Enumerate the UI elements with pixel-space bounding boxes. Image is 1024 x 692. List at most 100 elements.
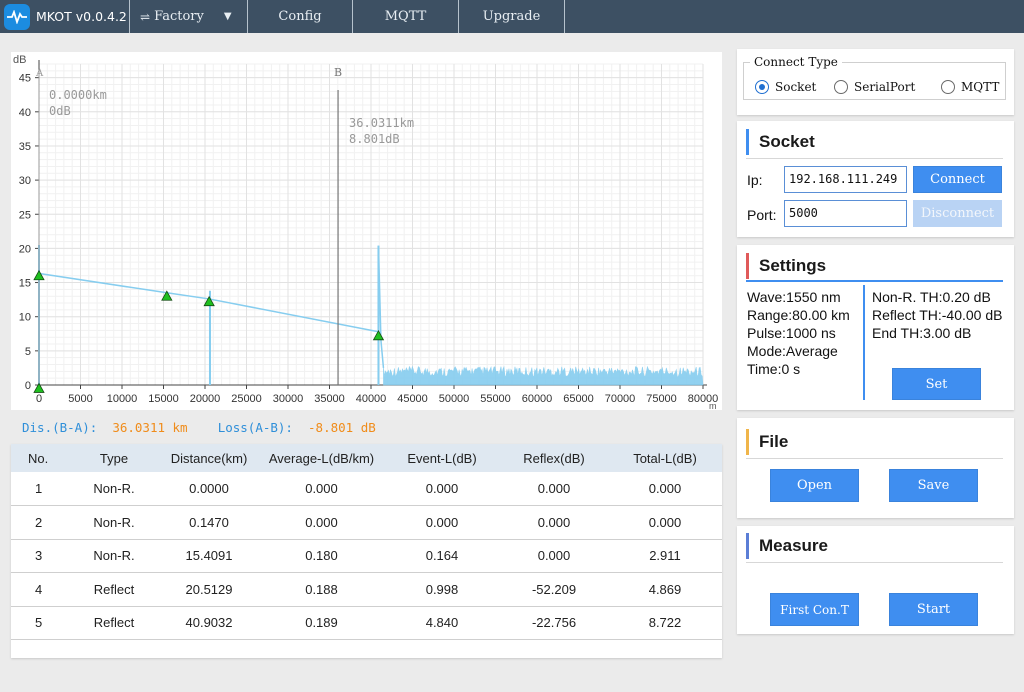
marker-b-label: B [334, 66, 342, 79]
connect-type-legend: Connect Type [750, 55, 842, 69]
cell-total-loss: 0.000 [608, 505, 722, 540]
table-row[interactable]: 1 Non-R. 0.0000 0.000 0.000 0.000 0.000 [11, 472, 722, 506]
cell-distance: 15.4091 [159, 539, 259, 573]
y-tick-label: 35 [19, 141, 31, 153]
x-tick-label: 30000 [273, 393, 304, 405]
settings-panel: Settings Wave:1550 nm Range:80.00 km Pul… [737, 245, 1014, 410]
setting-pulse: Pulse:1000 ns [747, 325, 836, 341]
divider [746, 458, 1003, 459]
x-tick-label: 55000 [480, 393, 511, 405]
event-marker-icon [33, 269, 45, 281]
table-row[interactable]: 5 Reflect 40.9032 0.189 4.840 -22.756 8.… [11, 606, 722, 640]
radio-label: MQTT [961, 80, 1000, 94]
loss-value: -8.801 dB [308, 420, 376, 435]
cell-event-loss: 0.000 [384, 472, 500, 506]
divider [746, 562, 1003, 563]
events-table-panel: No. Type Distance(km) Average-L(dB/km) E… [11, 444, 722, 658]
app-title-cell: MKOT v0.0.4.2 [0, 0, 130, 33]
radio-serialport[interactable]: SerialPort [834, 80, 915, 94]
start-button[interactable]: Start [889, 593, 978, 626]
y-tick-label: 25 [19, 209, 31, 221]
x-tick-label: 65000 [563, 393, 594, 405]
x-tick-label: 45000 [397, 393, 428, 405]
setting-nonr-threshold: Non-R. TH:0.20 dB [872, 289, 991, 305]
cell-average-loss: 0.189 [259, 606, 384, 640]
radio-unchecked-icon [941, 80, 955, 94]
x-tick-label: 75000 [646, 393, 677, 405]
cell-event-loss: 4.840 [384, 606, 500, 640]
radio-mqtt[interactable]: MQTT [941, 80, 999, 94]
cell-average-loss: 0.188 [259, 572, 384, 607]
cell-total-loss: 0.000 [608, 472, 722, 506]
cell-reflex: -22.756 [500, 606, 608, 640]
connect-type-panel: Connect Type Socket SerialPort MQTT [737, 49, 1014, 115]
set-button[interactable]: Set [892, 368, 981, 400]
port-input[interactable]: 5000 [784, 200, 907, 227]
radio-unchecked-icon [834, 80, 848, 94]
setting-wave: Wave:1550 nm [747, 289, 841, 305]
disconnect-button[interactable]: Disconnect [913, 200, 1002, 227]
cell-average-loss: 0.000 [259, 505, 384, 540]
col-distance: Distance(km) [159, 444, 259, 472]
x-unit-label: m [709, 401, 717, 410]
cell-distance: 0.0000 [159, 472, 259, 506]
cell-no: 3 [11, 539, 69, 573]
y-tick-label: 30 [19, 175, 31, 187]
x-tick-label: 5000 [68, 393, 92, 405]
y-tick-label: 15 [19, 278, 31, 290]
trace-plot[interactable]: 0 5 10 15 20 25 30 35 40 45 0 5000 10000 15000 20000 25… [11, 52, 722, 410]
cell-average-loss: 0.000 [259, 472, 384, 506]
divider [746, 280, 1003, 282]
pulse-logo-icon [4, 3, 30, 30]
events-table: No. Type Distance(km) Average-L(dB/km) E… [11, 444, 722, 640]
cell-no: 5 [11, 606, 69, 640]
section-title: Socket [746, 129, 815, 155]
col-no: No. [11, 444, 69, 472]
setting-mode: Mode:Average [747, 343, 838, 359]
menu-upgrade[interactable]: Upgrade [459, 0, 565, 33]
y-unit-label: dB [13, 54, 26, 66]
x-tick-label: 70000 [605, 393, 636, 405]
menu-config[interactable]: Config [248, 0, 353, 33]
cell-average-loss: 0.180 [259, 539, 384, 573]
y-tick-label: 20 [19, 243, 31, 255]
marker-b-loss: 8.801dB [349, 132, 400, 146]
section-title: File [746, 429, 788, 455]
cell-no: 1 [11, 472, 69, 506]
x-tick-label: 60000 [522, 393, 553, 405]
distance-loss-summary: Dis.(B-A): 36.0311 km Loss(A-B): -8.801 … [22, 420, 376, 435]
table-row[interactable]: 3 Non-R. 15.4091 0.180 0.164 0.000 2.911 [11, 539, 722, 573]
event-marker-icon [372, 330, 385, 341]
table-row[interactable]: 4 Reflect 20.5129 0.188 0.998 -52.209 4.… [11, 572, 722, 607]
port-label: Port: [747, 207, 777, 223]
first-connection-test-button[interactable]: First Con.T [770, 593, 859, 626]
connect-button[interactable]: Connect [913, 166, 1002, 193]
cell-distance: 40.9032 [159, 606, 259, 640]
cell-distance: 0.1470 [159, 505, 259, 540]
top-bar: MKOT v0.0.4.2 ⇌ Factory ▼ Config MQTT Up… [0, 0, 1024, 33]
otdr-trace-chart[interactable]: 0 5 10 15 20 25 30 35 40 45 0 5000 10000 15000 20000 25… [11, 52, 722, 410]
cell-total-loss: 2.911 [608, 539, 722, 573]
menu-mqtt[interactable]: MQTT [353, 0, 459, 33]
ip-input[interactable]: 192.168.111.249 [784, 166, 907, 193]
table-header-row: No. Type Distance(km) Average-L(dB/km) E… [11, 444, 722, 472]
x-tick-label: 25000 [231, 393, 262, 405]
x-tick-label: 20000 [190, 393, 221, 405]
y-tick-label: 40 [19, 107, 31, 119]
mode-dropdown[interactable]: ⇌ Factory ▼ [130, 0, 248, 33]
y-tick-label: 10 [19, 312, 31, 324]
swap-arrows-icon: ⇌ [140, 9, 151, 24]
save-button[interactable]: Save [889, 469, 978, 502]
col-event-loss: Event-L(dB) [384, 444, 500, 472]
radio-socket[interactable]: Socket [755, 80, 816, 94]
setting-reflect-threshold: Reflect TH:-40.00 dB [872, 307, 1003, 323]
cell-total-loss: 8.722 [608, 606, 722, 640]
table-row[interactable]: 2 Non-R. 0.1470 0.000 0.000 0.000 0.000 [11, 505, 722, 540]
settings-divider [863, 285, 865, 400]
x-tick-label: 0 [36, 393, 42, 405]
mode-label: Factory [154, 9, 204, 24]
open-button[interactable]: Open [770, 469, 859, 502]
cell-type: Reflect [69, 606, 159, 640]
radio-checked-icon [755, 80, 769, 94]
setting-time: Time:0 s [747, 361, 801, 377]
